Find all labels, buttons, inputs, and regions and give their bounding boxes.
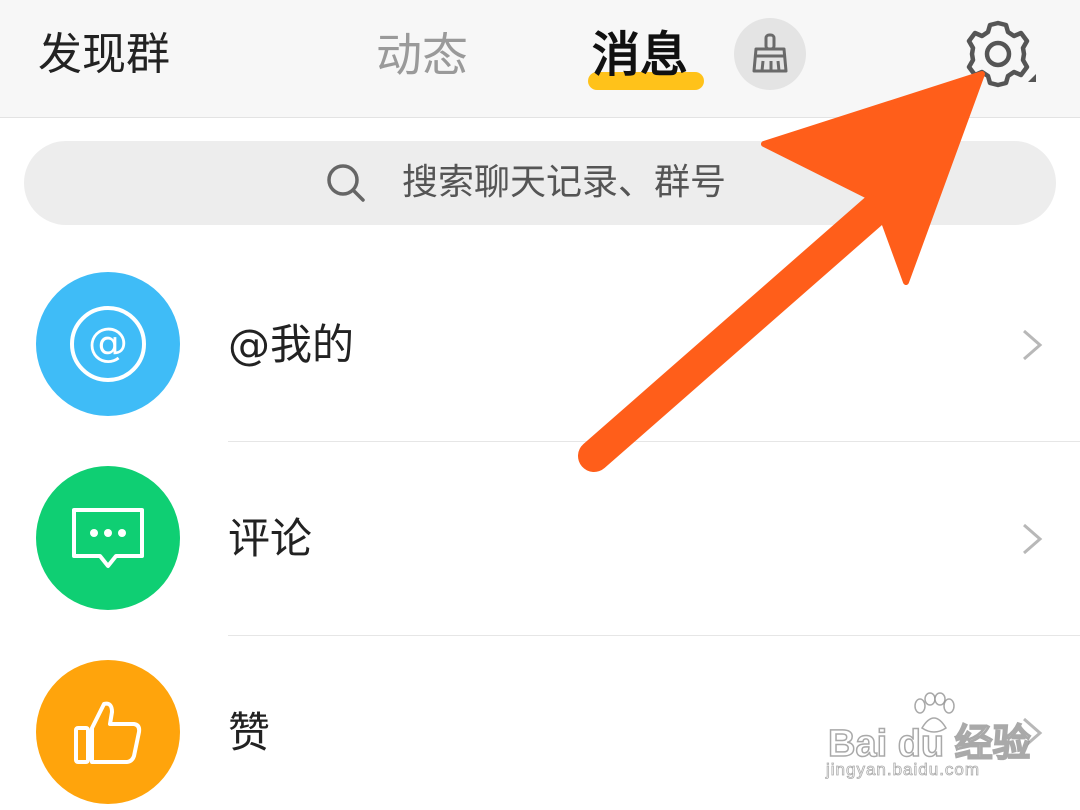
broom-icon [752,33,788,73]
search-bar[interactable]: 搜索聊天记录、群号 [24,141,1056,225]
tab-messages[interactable]: 消息 [592,24,688,86]
settings-button[interactable] [960,16,1040,96]
list-item-comments[interactable]: 评论 [0,442,1080,636]
gear-icon [966,20,1036,88]
mentions-avatar: @ [36,272,180,416]
top-bar: 发现群 动态 消息 [0,0,1080,118]
at-icon: @ [70,306,146,382]
list-item-mentions[interactable]: @ @我的 [0,248,1080,442]
search-placeholder: 搜索聊天记录、群号 [402,162,727,203]
comments-avatar [36,466,180,610]
comment-icon [72,508,144,568]
chevron-right-icon [1023,523,1043,555]
chevron-right-icon [1023,717,1043,749]
thumbs-up-icon [74,701,142,764]
tab-dynamic[interactable]: 动态 [376,24,468,86]
message-screen: 发现群 动态 消息 搜索聊天记录、群号 @ @我的 评论 赞 Bai du 经验… [0,0,1080,810]
discover-groups-button[interactable]: 发现群 [38,24,170,86]
list-item-likes[interactable]: 赞 [0,636,1080,810]
likes-avatar [36,660,180,804]
svg-text:@: @ [88,320,128,366]
clear-unread-button[interactable] [734,18,806,90]
search-icon [327,164,365,202]
chevron-right-icon [1023,329,1043,361]
list-item-label: 评论 [228,514,313,563]
list-item-label: @我的 [228,320,355,369]
list-item-label: 赞 [228,708,271,757]
